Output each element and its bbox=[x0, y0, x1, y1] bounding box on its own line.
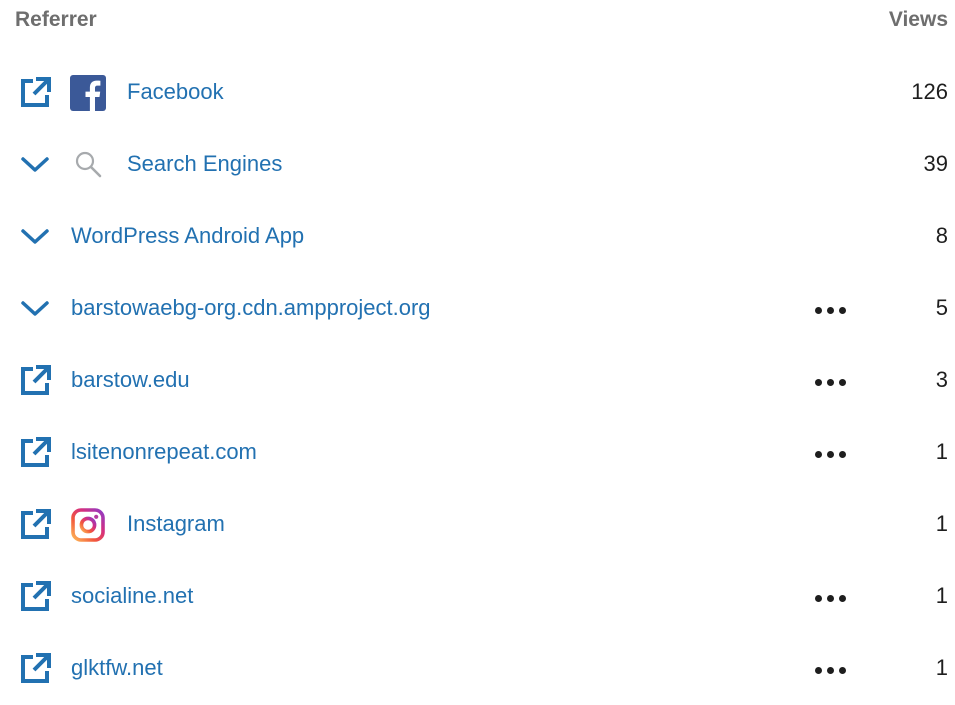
external-link-icon[interactable] bbox=[16, 363, 54, 399]
referrer-row-wordpress-android-app[interactable]: WordPress Android App 8 bbox=[0, 201, 955, 273]
views-count: 5 bbox=[935, 295, 948, 320]
chevron-down-icon[interactable] bbox=[16, 291, 54, 327]
views-count: 1 bbox=[935, 583, 948, 608]
referrer-row-barstow-edu[interactable]: barstow.edu 3 bbox=[0, 345, 955, 417]
referrer-link[interactable]: glktfw.net bbox=[71, 655, 163, 681]
referrer-link[interactable]: Facebook bbox=[127, 79, 224, 105]
referrer-column-header: Referrer bbox=[15, 8, 97, 31]
referrer-row-socialine-net[interactable]: socialine.net 1 bbox=[0, 561, 955, 633]
referrer-row-facebook[interactable]: Facebook 126 bbox=[0, 57, 955, 129]
referrer-link[interactable]: WordPress Android App bbox=[71, 223, 304, 249]
referrer-link[interactable]: socialine.net bbox=[71, 583, 193, 609]
referrer-row-glktfw-net[interactable]: glktfw.net 1 bbox=[0, 633, 955, 705]
chevron-down-icon[interactable] bbox=[16, 219, 54, 255]
referrer-link[interactable]: barstowaebg-org.cdn.ampproject.org bbox=[71, 295, 431, 321]
more-options-icon[interactable] bbox=[810, 439, 850, 469]
referrer-link[interactable]: lsitenonrepeat.com bbox=[71, 439, 257, 465]
more-options-icon[interactable] bbox=[810, 295, 850, 325]
views-count: 1 bbox=[935, 655, 948, 680]
external-link-icon[interactable] bbox=[16, 435, 54, 471]
chevron-down-icon[interactable] bbox=[16, 147, 54, 183]
views-count: 1 bbox=[935, 439, 948, 464]
views-column-header: Views bbox=[888, 8, 948, 31]
external-link-icon[interactable] bbox=[16, 579, 54, 615]
views-count: 126 bbox=[911, 79, 948, 104]
external-link-icon[interactable] bbox=[16, 507, 54, 543]
external-link-icon[interactable] bbox=[16, 75, 54, 111]
external-link-icon[interactable] bbox=[16, 651, 54, 687]
search-icon bbox=[70, 147, 106, 183]
referrer-link[interactable]: Instagram bbox=[127, 511, 225, 537]
more-options-icon[interactable] bbox=[810, 367, 850, 397]
referrer-row-barstowaebg-org-cdn-ampproject-org[interactable]: barstowaebg-org.cdn.ampproject.org 5 bbox=[0, 273, 955, 345]
referrer-row-search-engines[interactable]: Search Engines 39 bbox=[0, 129, 955, 201]
table-header: Referrer Views bbox=[0, 0, 955, 40]
referrer-link[interactable]: Search Engines bbox=[127, 151, 282, 177]
facebook-icon bbox=[70, 75, 106, 111]
referrer-row-lsitenonrepeat-com[interactable]: lsitenonrepeat.com 1 bbox=[0, 417, 955, 489]
referrers-panel: Referrer Views Facebook 126 Search Engines… bbox=[0, 0, 955, 685]
views-count: 1 bbox=[935, 511, 948, 536]
views-count: 39 bbox=[923, 151, 948, 176]
views-count: 8 bbox=[935, 223, 948, 248]
more-options-icon[interactable] bbox=[810, 583, 850, 613]
more-options-icon[interactable] bbox=[810, 655, 850, 685]
referrer-link[interactable]: barstow.edu bbox=[71, 367, 190, 393]
views-count: 3 bbox=[935, 367, 948, 392]
instagram-icon bbox=[70, 507, 106, 543]
referrer-row-instagram[interactable]: Instagram 1 bbox=[0, 489, 955, 561]
referrer-list: Facebook 126 Search Engines 39 WordPress And… bbox=[0, 57, 955, 705]
